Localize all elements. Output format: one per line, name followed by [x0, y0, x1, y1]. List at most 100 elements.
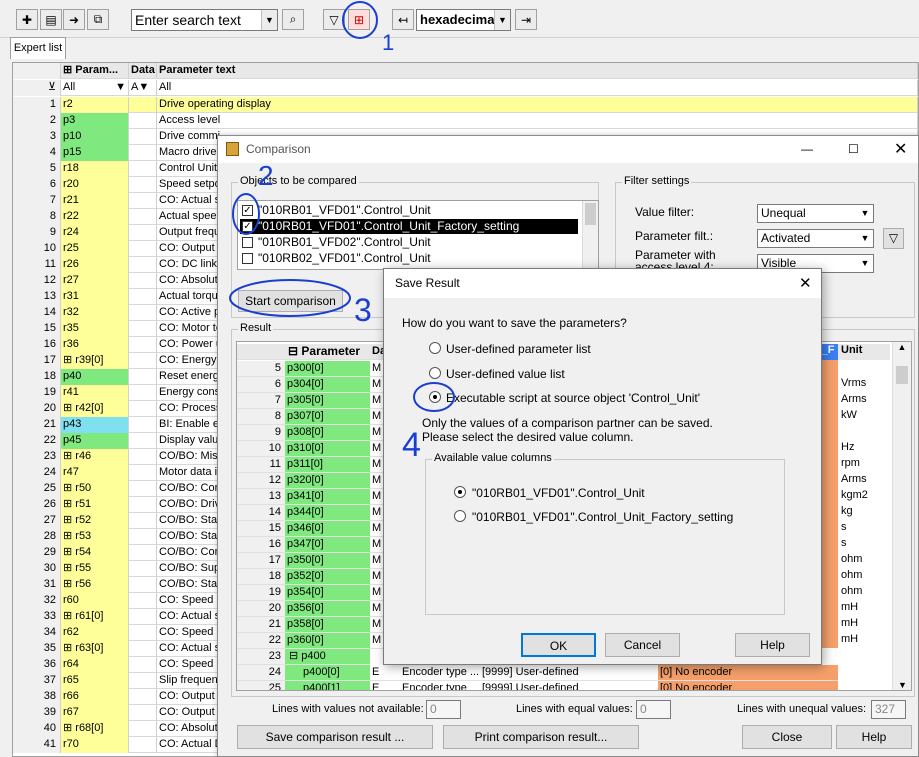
unit-cell: s: [841, 521, 847, 533]
unit-cell: [838, 424, 890, 440]
expand-icon[interactable]: ⊞: [63, 610, 75, 622]
column-data[interactable]: Data: [129, 63, 157, 79]
number-base-select[interactable]: hexadecima ▼: [416, 9, 511, 31]
filter-data-select[interactable]: A▼: [129, 80, 157, 96]
annotation-number-4: 4: [402, 426, 421, 464]
unit-cell: ohm: [841, 553, 863, 565]
filter-icon[interactable]: ▽: [883, 228, 904, 249]
result-column-unit[interactable]: Unit: [838, 344, 890, 360]
collapse-icon[interactable]: ⊟: [289, 650, 301, 662]
start-comparison-button[interactable]: Start comparison: [238, 290, 343, 312]
list-item[interactable]: "010RB01_VFD02".Control_Unit: [240, 235, 578, 250]
grid-header-row: ⊞ Param... Data Parameter text: [13, 63, 918, 79]
unit-cell: Hz: [841, 441, 855, 453]
maximize-icon[interactable]: ☐: [848, 136, 859, 163]
radio-executable-script[interactable]: [429, 391, 441, 403]
search-input[interactable]: Enter search text ▼: [131, 9, 278, 31]
object-checkbox[interactable]: ✓: [242, 205, 253, 216]
clear-filter-icon[interactable]: ⊻: [13, 80, 61, 96]
objects-scrollbar[interactable]: [582, 201, 598, 269]
open-icon[interactable]: ▤: [40, 9, 62, 30]
expand-icon[interactable]: ⊞: [63, 498, 75, 510]
back-arrow-icon[interactable]: ↤: [392, 9, 414, 30]
unit-cell: Arms: [841, 473, 867, 485]
cancel-button[interactable]: Cancel: [605, 633, 680, 657]
filter-icon[interactable]: ▽: [323, 9, 345, 30]
main-toolbar: ✚ ▤ ➜ ⧉ Enter search text ▼ ⌕ ▽ ⊞ ↤ hexad…: [0, 0, 919, 38]
unit-cell: mH: [841, 633, 859, 645]
expand-icon[interactable]: ⊞: [63, 450, 75, 462]
table-row[interactable]: 24 p400[0] E Encoder type ... [9999] Use…: [237, 665, 838, 681]
apply-icon[interactable]: ⇥: [515, 9, 537, 30]
minimize-icon[interactable]: —: [801, 136, 813, 163]
result-column-parameter[interactable]: ⊟ Parameter: [285, 344, 370, 360]
annotation-number-2: 2: [258, 160, 274, 191]
list-item[interactable]: ✓ "010RB01_VFD01".Control_Unit_Factory_se…: [240, 219, 578, 234]
result-scrollbar[interactable]: ▲ ▼: [892, 342, 911, 690]
export-icon[interactable]: ➜: [63, 9, 85, 30]
unit-cell: ohm: [841, 585, 863, 597]
radio-column-factory-setting[interactable]: [454, 510, 466, 522]
save-result-title: Save Result: [395, 276, 460, 290]
object-checkbox[interactable]: [242, 237, 253, 248]
expand-icon[interactable]: ⊞: [63, 402, 75, 414]
new-icon[interactable]: ✚: [16, 9, 38, 30]
object-checkbox[interactable]: [242, 253, 253, 264]
expand-icon[interactable]: ⊞: [63, 530, 75, 542]
expand-icon[interactable]: ⊞: [63, 722, 75, 734]
expand-icon[interactable]: ⊞: [63, 482, 75, 494]
comparison-title: Comparison: [246, 142, 311, 156]
unit-cell: rpm: [841, 457, 860, 469]
filter-param-select[interactable]: All ▼: [61, 80, 129, 96]
tab-expert-list[interactable]: Expert list: [10, 37, 66, 59]
unit-cell: mH: [841, 617, 859, 629]
dialog-help-button[interactable]: Help: [735, 633, 810, 657]
available-columns-group: Available value columns "010RB01_VFD01".…: [425, 452, 785, 615]
save-comparison-button[interactable]: Save comparison result ...: [237, 725, 433, 749]
dialog-close-icon[interactable]: ✕: [799, 269, 812, 298]
column-parameter[interactable]: ⊞ Param...: [61, 63, 129, 79]
annotation-number-3: 3: [354, 292, 372, 328]
unit-cell: kg: [841, 505, 853, 517]
close-icon[interactable]: ✕: [894, 136, 907, 163]
expand-icon[interactable]: ⊞: [63, 562, 75, 574]
compare-icon[interactable]: ⊞: [348, 9, 370, 30]
value-filter-select[interactable]: Unequal ▼: [757, 204, 874, 223]
grid-filter-row: ⊻ All ▼ A▼ All: [13, 80, 918, 96]
expand-icon[interactable]: ⊞: [63, 514, 75, 526]
expand-icon[interactable]: ⊞: [63, 546, 75, 558]
unit-cell: kW: [841, 409, 857, 421]
ok-button[interactable]: OK: [521, 633, 596, 657]
object-checkbox[interactable]: [242, 269, 253, 270]
expand-icon[interactable]: ⊞: [63, 354, 75, 366]
list-item[interactable]: ✓ "010RB01_VFD01".Control_Unit: [240, 203, 578, 218]
filter-text-field[interactable]: All: [157, 80, 918, 96]
scroll-down-icon[interactable]: ▼: [893, 680, 911, 690]
lines-equal-field: 0: [636, 700, 671, 719]
unit-cell: [838, 360, 890, 376]
table-row[interactable]: 1 r2 Drive operating display: [13, 97, 918, 113]
help-button[interactable]: Help: [836, 725, 912, 749]
object-checkbox[interactable]: ✓: [242, 221, 253, 232]
scroll-up-icon[interactable]: ▲: [893, 342, 911, 352]
close-button[interactable]: Close: [742, 725, 832, 749]
radio-value-list[interactable]: [429, 367, 441, 379]
import-icon[interactable]: ⧉: [87, 9, 109, 30]
parameter-filter-select[interactable]: Activated ▼: [757, 229, 874, 248]
expand-icon[interactable]: ⊞: [63, 642, 75, 654]
radio-column-control-unit[interactable]: [454, 486, 466, 498]
comparison-app-icon: [226, 142, 239, 156]
comparison-title-bar: Comparison — ☐ ✕: [218, 136, 918, 163]
lines-unequal-field: 327: [871, 700, 906, 719]
print-comparison-button[interactable]: Print comparison result...: [443, 725, 639, 749]
table-row[interactable]: 25 p400[1] E Encoder type [9999] User-de…: [237, 681, 838, 690]
radio-parameter-list[interactable]: [429, 342, 441, 354]
list-item[interactable]: "010RB02_VFD01".Control_Unit: [240, 251, 578, 266]
save-result-title-bar: Save Result ✕: [384, 269, 821, 298]
column-parameter-text[interactable]: Parameter text: [157, 63, 918, 79]
unit-cell: kgm2: [841, 489, 868, 501]
expand-icon[interactable]: ⊞: [63, 578, 75, 590]
table-row[interactable]: 2 p3 Access level: [13, 113, 918, 129]
binoculars-icon[interactable]: ⌕: [282, 9, 304, 30]
unit-cell: Vrms: [841, 377, 867, 389]
